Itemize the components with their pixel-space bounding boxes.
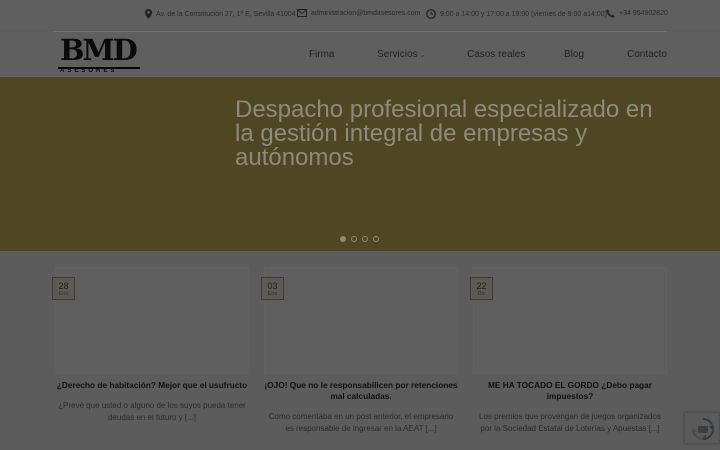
post-excerpt: Los premios que provengan de juegos orga… [479, 412, 661, 433]
location-pin-icon [145, 9, 152, 19]
post-date-month: Dic [477, 291, 486, 297]
post-date-day: 22 [476, 281, 487, 291]
chevron-down-icon: ⌄ [419, 52, 426, 59]
logo-main-text: BMD [60, 33, 138, 67]
blog-posts-section: 28 Ene ¿Derecho de habitación? Mejor que… [0, 251, 720, 450]
nav-item-contacto[interactable]: Contacto [627, 49, 667, 60]
nav-item-blog[interactable]: Blog [564, 49, 584, 60]
post-title[interactable]: ¡OJO! Que no le responsabilicen por rete… [260, 380, 462, 402]
mail-icon [297, 9, 307, 17]
address-text: Av. de la Constitución 27, 1º E, Sevilla… [156, 10, 296, 18]
post-date-badge: 03 Ene [261, 277, 284, 300]
site-header: BMD ASESORES Firma Servicios ⌄ Casos real… [0, 32, 720, 77]
email-info[interactable]: administracion@bmdasesores.com [297, 9, 420, 17]
post-thumbnail[interactable] [55, 267, 249, 374]
phone-info[interactable]: +34 954902820 [606, 9, 668, 18]
logo-sub-text: ASESORES [60, 68, 118, 74]
post-thumbnail[interactable] [473, 267, 667, 374]
hero-slider: Despacho profesional especializado en la… [0, 77, 720, 251]
post-date-day: 28 [58, 281, 69, 291]
nav-item-servicios[interactable]: Servicios ⌄ [377, 49, 425, 60]
nav-item-casos-reales[interactable]: Casos reales [467, 49, 525, 60]
site-logo[interactable]: BMD ASESORES [58, 33, 142, 74]
post-excerpt: ¿Prevé que usted o alguno de los suyos p… [58, 401, 246, 422]
slider-dot[interactable] [362, 236, 368, 242]
hero-title: Despacho profesional especializado en la… [235, 96, 653, 171]
nav-item-servicios-label: Servicios [377, 49, 418, 60]
hours-text: 9:00 a 14:00 y 17:00 a 19:00 (viernes de… [440, 10, 607, 18]
top-info-bar: Av. de la Constitución 27, 1º E, Sevilla… [0, 0, 720, 30]
clock-icon [426, 9, 436, 19]
post-date-month: Ene [58, 291, 69, 297]
slider-dot[interactable] [340, 236, 346, 242]
slider-dot[interactable] [373, 236, 379, 242]
email-text[interactable]: administracion@bmdasesores.com [311, 10, 420, 17]
post-date-month: Ene [267, 291, 278, 297]
post-date-badge: 28 Ene [52, 277, 75, 300]
post-excerpt: Como comentaba en un post anterior, el e… [268, 412, 454, 433]
post-title[interactable]: ME HA TOCADO EL GORDO ¿Debo pagar impues… [469, 380, 671, 402]
address-info: Av. de la Constitución 27, 1º E, Sevilla… [145, 9, 296, 19]
recaptcha-badge[interactable] [684, 412, 720, 444]
post-date-day: 03 [267, 281, 278, 291]
recaptcha-icon [692, 418, 714, 440]
post-thumbnail[interactable] [264, 267, 458, 374]
phone-icon [606, 9, 615, 18]
post-title[interactable]: ¿Derecho de habitación? Mejor que el usu… [51, 380, 253, 391]
post-date-badge: 22 Dic [470, 277, 493, 300]
slider-pagination [340, 236, 379, 242]
hours-info: 9:00 a 14:00 y 17:00 a 19:00 (viernes de… [426, 9, 607, 19]
phone-text[interactable]: +34 954902820 [619, 10, 668, 17]
slider-dot[interactable] [351, 236, 357, 242]
nav-item-firma[interactable]: Firma [309, 49, 335, 60]
